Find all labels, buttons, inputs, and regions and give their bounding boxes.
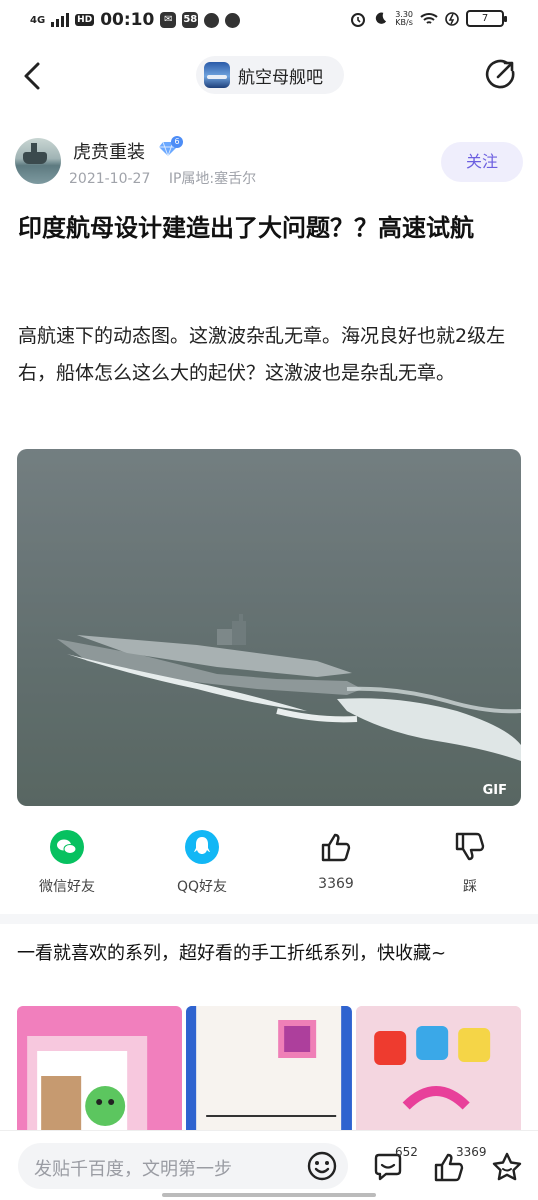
reply-input[interactable]: 发贴千百度，文明第一步 xyxy=(18,1143,348,1189)
status-bar: 4G HD 00:10 ✉ 58 3.30 KB/s 7 xyxy=(0,0,538,40)
post-gif-image[interactable]: GIF xyxy=(17,449,521,806)
origami-box-thumbnail xyxy=(186,1006,352,1136)
origami-baskets-thumbnail xyxy=(355,1006,521,1136)
gif-badge: GIF xyxy=(482,783,507,798)
author-name[interactable]: 虎贲重装 xyxy=(73,138,145,164)
section-divider xyxy=(0,914,538,924)
level-badge: 6 xyxy=(171,136,183,148)
post-body: 高航速下的动态图。这激波杂乱无章。海况良好也就2级左右，船体怎么这么大的起伏？这… xyxy=(18,325,506,384)
status-time: 00:10 xyxy=(100,10,155,30)
recommend-images[interactable] xyxy=(17,1006,521,1136)
origami-frame-thumbnail xyxy=(27,1036,148,1136)
post-title: 印度航母设计建造出了大问题？？高速试航 xyxy=(18,214,474,242)
app-notif-icon xyxy=(204,12,220,28)
author-row: 虎贲重装 6 2021-10-27 IP属地:塞舌尔 关注 xyxy=(15,136,523,188)
mail-icon: ✉ xyxy=(160,12,177,28)
network-type: 4G xyxy=(30,14,46,26)
top-nav: 航空母舰吧 xyxy=(0,50,538,102)
author-avatar[interactable] xyxy=(15,138,61,184)
music-notif-icon xyxy=(225,12,241,28)
hd-badge: HD xyxy=(75,14,95,26)
recommend-title[interactable]: 一看就喜欢的系列，超好看的手工折纸系列，快收藏~ xyxy=(17,937,525,970)
share-qq-button[interactable]: QQ好友 xyxy=(152,830,252,896)
forum-avatar xyxy=(204,62,230,88)
signal-icon xyxy=(51,13,70,27)
home-indicator[interactable] xyxy=(162,1193,376,1197)
bottom-like-count: 3369 xyxy=(456,1145,487,1159)
dislike-button[interactable]: 踩 xyxy=(420,830,520,896)
follow-button[interactable]: 关注 xyxy=(441,142,523,182)
thumbs-up-icon xyxy=(321,833,351,862)
qq-label: QQ好友 xyxy=(176,879,228,895)
battery-icon: 7 xyxy=(466,10,507,27)
notification-count: 58 xyxy=(182,12,199,28)
recommend-image-1[interactable] xyxy=(17,1006,183,1136)
forum-entry-button[interactable]: 航空母舰吧 xyxy=(196,56,344,94)
reply-placeholder: 发贴千百度，文明第一步 xyxy=(34,1159,232,1180)
thumbs-down-icon xyxy=(455,832,485,861)
emoji-icon[interactable] xyxy=(306,1150,338,1182)
author-meta: 2021-10-27 IP属地:塞舌尔 xyxy=(69,168,270,188)
wifi-icon xyxy=(420,12,438,24)
qq-icon xyxy=(185,830,219,864)
dnd-moon-icon xyxy=(376,12,387,24)
share-icon[interactable] xyxy=(484,58,516,92)
status-left: 4G HD 00:10 ✉ 58 xyxy=(30,10,241,30)
comment-count: 652 xyxy=(395,1145,418,1159)
charging-icon xyxy=(445,11,459,26)
aircraft-carrier-illustration xyxy=(17,449,521,806)
wechat-icon xyxy=(50,830,84,864)
recommend-image-2[interactable] xyxy=(186,1006,352,1136)
status-right: 3.30 KB/s 7 xyxy=(350,9,507,27)
dislike-label: 踩 xyxy=(463,879,477,895)
alarm-icon xyxy=(351,12,366,27)
like-button[interactable]: 3369 xyxy=(286,830,386,892)
favorite-star-icon[interactable] xyxy=(491,1151,523,1183)
back-icon[interactable] xyxy=(18,58,50,94)
wechat-label: 微信好友 xyxy=(39,879,95,895)
forum-name: 航空母舰吧 xyxy=(238,67,323,88)
post-date: 2021-10-27 xyxy=(69,171,151,187)
bottom-reply-bar: 发贴千百度，文明第一步 652 3369 xyxy=(0,1130,538,1200)
ip-location: IP属地:塞舌尔 xyxy=(168,171,257,187)
net-speed: 3.30 KB/s xyxy=(395,9,413,27)
share-action-bar: 微信好友 QQ好友 3369 踩 xyxy=(0,830,538,902)
recommend-image-3[interactable] xyxy=(355,1006,521,1136)
like-count: 3369 xyxy=(318,876,354,892)
share-wechat-button[interactable]: 微信好友 xyxy=(17,830,117,896)
